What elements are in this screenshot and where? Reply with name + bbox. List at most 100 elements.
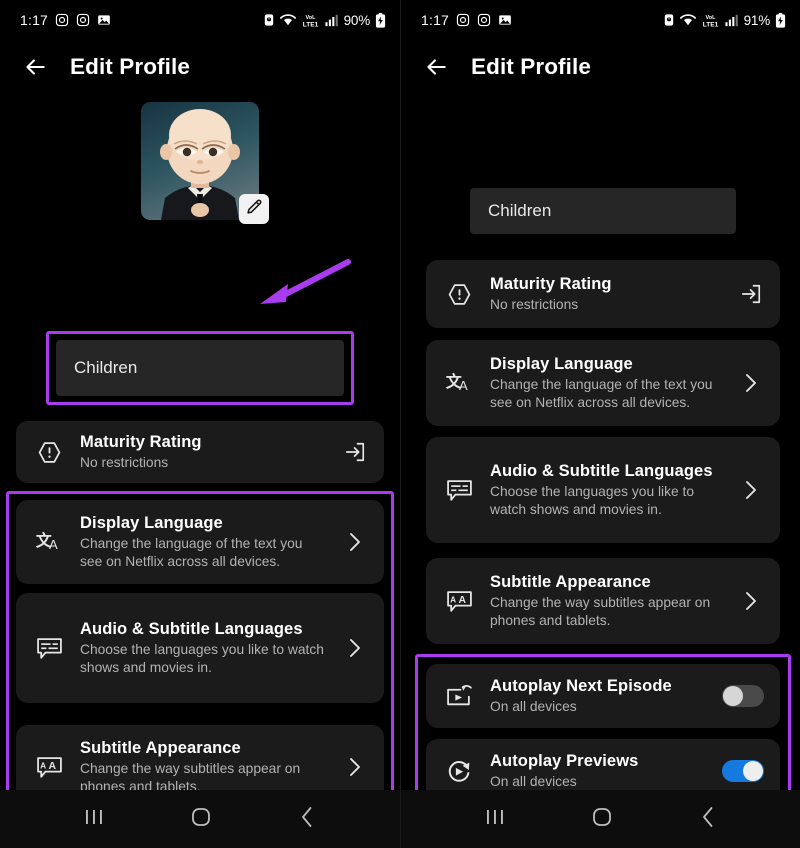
instagram-icon	[76, 13, 90, 27]
card-subtitle-appearance[interactable]: AA Subtitle Appearance Change the way su…	[16, 725, 384, 790]
dual-screenshot-comparison: 1:17 VoL LTE1 90% Edit Profile Children …	[0, 0, 800, 848]
maturity-warning-icon	[442, 282, 476, 307]
svg-text:A: A	[458, 595, 466, 606]
subtitle-bubble-icon	[32, 636, 66, 661]
card-title: Display Language	[490, 355, 633, 374]
card-title: Subtitle Appearance	[80, 739, 241, 758]
svg-text:A: A	[40, 760, 46, 770]
card-title: Display Language	[80, 514, 223, 533]
card-subtitle: No restrictions	[80, 455, 169, 471]
translate-icon: 文A	[32, 530, 66, 555]
card-text: Subtitle Appearance Change the way subti…	[490, 572, 724, 630]
card-title: Subtitle Appearance	[490, 573, 651, 592]
card-text: Display Language Change the language of …	[490, 354, 724, 412]
card-autoplay-next-episode[interactable]: Autoplay Next Episode On all devices	[426, 664, 780, 728]
back-arrow-icon[interactable]	[423, 54, 449, 80]
battery-percent: 90%	[343, 12, 371, 28]
card-text: Subtitle Appearance Change the way subti…	[80, 738, 328, 790]
maturity-warning-icon	[32, 440, 66, 465]
volte-icon: VoL LTE1	[701, 13, 720, 28]
profile-name-value: Children	[488, 201, 552, 220]
back-arrow-icon[interactable]	[22, 54, 48, 80]
back-chevron-icon[interactable]	[296, 805, 318, 834]
card-title: Audio & Subtitle Languages	[490, 462, 713, 481]
signal-icon	[725, 14, 739, 27]
card-audio-subtitle-languages[interactable]: Audio & Subtitle Languages Choose the la…	[16, 593, 384, 703]
card-audio-subtitle-languages[interactable]: Audio & Subtitle Languages Choose the la…	[426, 437, 780, 543]
autoplay-next-toggle[interactable]	[722, 685, 764, 707]
subtitle-appearance-icon: AA	[32, 755, 66, 780]
status-bar-left: 1:17	[20, 12, 111, 28]
chevron-right-icon[interactable]	[738, 373, 764, 393]
translate-icon: 文A	[442, 371, 476, 396]
content-area: Children Maturity Rating No restrictions…	[0, 94, 400, 790]
card-subtitle: Change the language of the text you see …	[490, 377, 713, 411]
recents-icon[interactable]	[82, 806, 106, 833]
alarm-icon	[663, 13, 675, 27]
card-subtitle-appearance[interactable]: AA Subtitle Appearance Change the way su…	[426, 558, 780, 644]
card-text: Autoplay Previews On all devices	[490, 751, 708, 790]
volte-icon: VoL LTE1	[301, 13, 320, 28]
card-display-language[interactable]: 文A Display Language Change the language …	[16, 500, 384, 584]
instagram-icon	[55, 13, 69, 27]
card-subtitle: Change the way subtitles appear on phone…	[80, 761, 301, 790]
wifi-icon	[279, 13, 296, 27]
card-title: Audio & Subtitle Languages	[80, 620, 303, 639]
svg-text:VoL: VoL	[705, 15, 716, 21]
avatar-container[interactable]	[141, 102, 269, 224]
page-title: Edit Profile	[70, 54, 190, 79]
subtitle-appearance-icon: AA	[442, 589, 476, 614]
profile-name-input[interactable]: Children	[470, 188, 736, 234]
chevron-right-icon[interactable]	[738, 591, 764, 611]
svg-text:LTE1: LTE1	[302, 21, 318, 28]
card-display-language[interactable]: 文A Display Language Change the language …	[426, 340, 780, 426]
svg-text:A: A	[450, 594, 456, 604]
home-icon[interactable]	[189, 805, 213, 834]
card-subtitle: Choose the languages you like to watch s…	[490, 484, 695, 518]
left-phone-screen: 1:17 VoL LTE1 90% Edit Profile Children …	[0, 0, 400, 848]
edit-avatar-badge[interactable]	[239, 194, 269, 224]
photos-icon	[97, 13, 111, 27]
toggle-knob	[743, 761, 763, 781]
card-text: Audio & Subtitle Languages Choose the la…	[80, 619, 328, 677]
content-area: Children Maturity Rating No restrictions…	[401, 94, 800, 790]
card-subtitle: Change the language of the text you see …	[80, 536, 303, 570]
photos-icon	[498, 13, 512, 27]
card-subtitle: Change the way subtitles appear on phone…	[490, 595, 711, 629]
exit-arrow-icon[interactable]	[342, 441, 368, 463]
back-chevron-icon[interactable]	[697, 805, 719, 834]
alarm-icon	[263, 13, 275, 27]
android-nav-bar	[0, 790, 400, 848]
android-nav-bar	[401, 790, 800, 848]
card-text: Display Language Change the language of …	[80, 513, 328, 571]
card-autoplay-previews[interactable]: Autoplay Previews On all devices	[426, 739, 780, 790]
card-subtitle: On all devices	[490, 699, 577, 715]
status-time: 1:17	[421, 12, 450, 28]
chevron-right-icon[interactable]	[342, 638, 368, 658]
status-bar-right: VoL LTE1 91%	[663, 12, 786, 28]
chevron-right-icon[interactable]	[738, 480, 764, 500]
profile-name-input[interactable]: Children	[56, 340, 344, 396]
signal-icon	[325, 14, 339, 27]
recents-icon[interactable]	[483, 806, 507, 833]
card-text: Maturity Rating No restrictions	[490, 274, 724, 314]
instagram-icon	[477, 13, 491, 27]
page-title: Edit Profile	[471, 54, 591, 79]
autoplay-previews-icon	[442, 759, 476, 784]
card-maturity-rating[interactable]: Maturity Rating No restrictions	[16, 421, 384, 483]
chevron-right-icon[interactable]	[342, 757, 368, 777]
toggle-knob	[723, 686, 743, 706]
svg-text:A: A	[459, 378, 468, 393]
status-time: 1:17	[20, 12, 49, 28]
exit-arrow-icon[interactable]	[738, 283, 764, 305]
home-icon[interactable]	[590, 805, 614, 834]
chevron-right-icon[interactable]	[342, 532, 368, 552]
card-subtitle: No restrictions	[490, 297, 579, 313]
card-subtitle: On all devices	[490, 774, 577, 790]
card-text: Autoplay Next Episode On all devices	[490, 676, 708, 716]
avatar-section	[0, 102, 400, 224]
svg-text:LTE1: LTE1	[702, 21, 718, 28]
autoplay-previews-toggle[interactable]	[722, 760, 764, 782]
card-maturity-rating[interactable]: Maturity Rating No restrictions	[426, 260, 780, 328]
card-title: Autoplay Previews	[490, 751, 639, 770]
